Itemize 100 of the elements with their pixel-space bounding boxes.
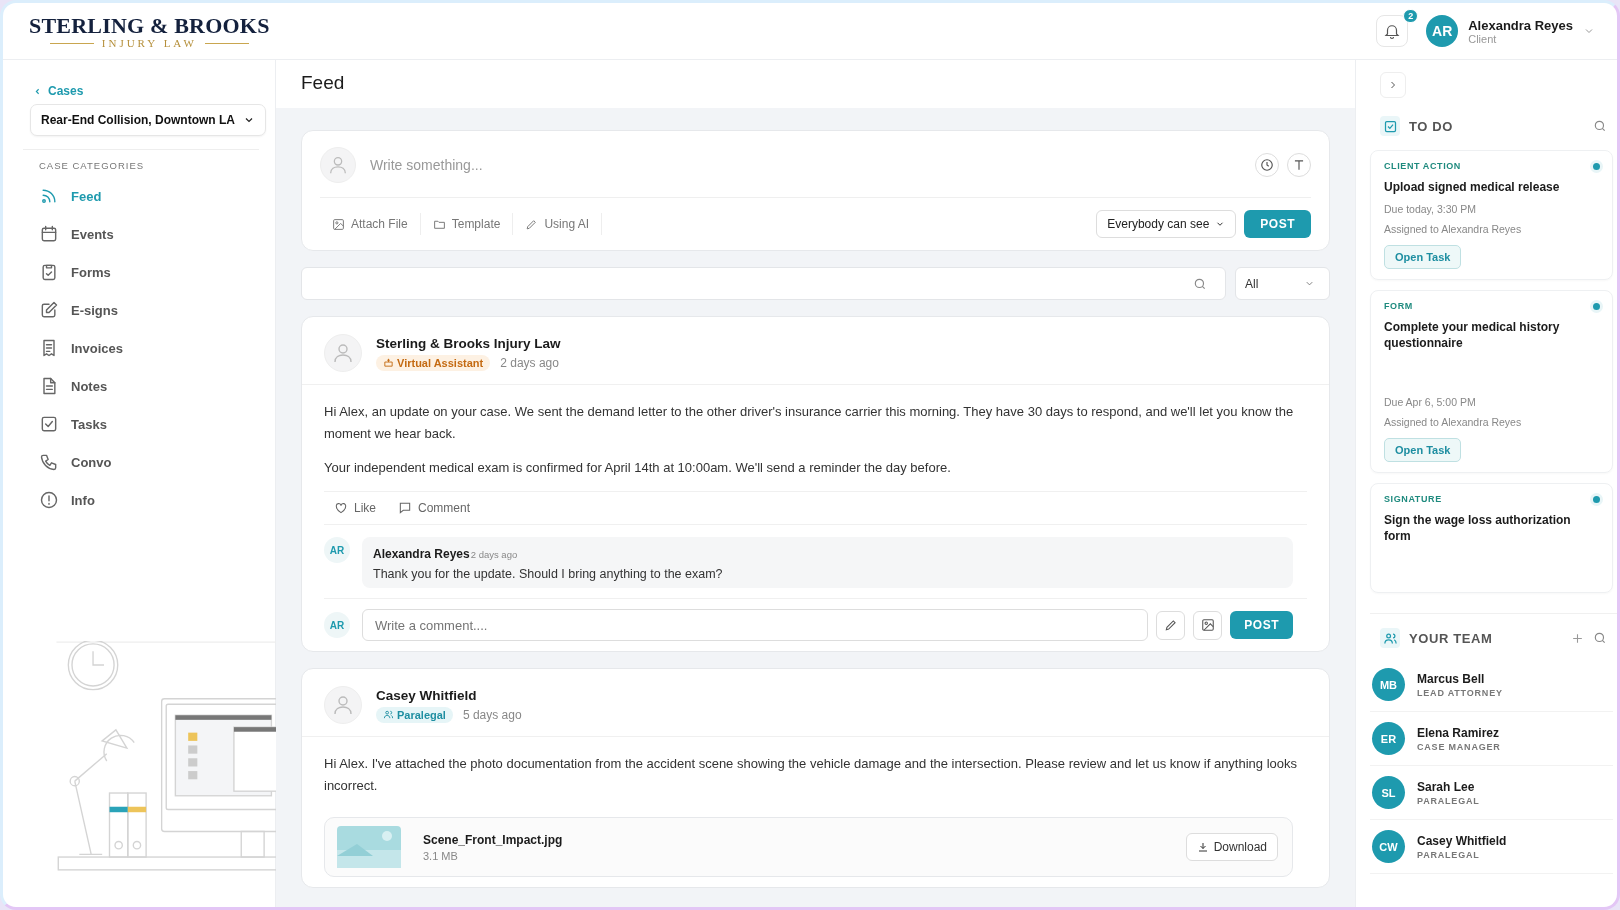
post-text: Hi Alex, an update on your case. We sent the demand letter to the other driver's insurance carrier this morning. They have 30 days to respond, and we'll let you know the moment we hear back.	[324, 403, 1295, 443]
member-avatar: ER	[1372, 722, 1405, 755]
nav-item[interactable]: Convo	[33, 443, 255, 481]
chevron-left-icon	[33, 86, 42, 96]
search-icon	[1193, 276, 1207, 291]
page-title: Feed	[301, 72, 346, 94]
search-icon[interactable]	[1593, 119, 1607, 133]
avatar-icon	[320, 147, 356, 183]
people-icon	[1380, 628, 1400, 648]
edit-icon	[39, 300, 59, 320]
phone-icon	[39, 452, 59, 472]
member-name: Marcus Bell	[1417, 671, 1486, 686]
task-assignee: Assigned to Alexandra Reyes	[1384, 223, 1523, 235]
add-icon[interactable]	[1571, 631, 1584, 645]
post-author: Casey Whitfield	[376, 687, 478, 703]
user-avatar: AR	[1426, 15, 1459, 47]
clock-icon	[1260, 158, 1274, 172]
post-text: Your independent medical exam is confirmed for April 14th at 10:00am. We'll send a reminder the day before.	[324, 459, 952, 477]
avatar-icon	[324, 686, 362, 724]
user-role: Client	[1468, 32, 1498, 45]
nav-item[interactable]: Invoices	[33, 329, 255, 367]
post-time: 2 days ago	[500, 355, 559, 370]
notification-count: 2	[1403, 9, 1419, 23]
visibility-dropdown[interactable]: Everybody can see	[1096, 210, 1237, 238]
nav-item[interactable]: E-signs	[33, 291, 255, 329]
open-task-button[interactable]: Open Task	[1384, 438, 1462, 462]
role-badge: Virtual Assistant	[376, 354, 491, 371]
search-icon[interactable]	[1593, 631, 1607, 645]
nav-item[interactable]: Info	[33, 481, 255, 519]
post-time: 5 days ago	[462, 707, 522, 722]
composer-action[interactable]: Template	[420, 213, 514, 235]
member-avatar: CW	[1372, 830, 1405, 863]
like-button[interactable]: Like	[334, 501, 376, 515]
filter-dropdown[interactable]: All	[1235, 267, 1330, 300]
user-avatar: AR	[324, 612, 350, 638]
comment-input[interactable]: Write a comment....	[362, 609, 1149, 641]
bell-icon	[1383, 22, 1402, 40]
file-size: 3.1 MB	[423, 849, 459, 862]
comment-icon	[398, 501, 412, 515]
nav-item[interactable]: Forms	[33, 253, 255, 291]
pencil-icon	[525, 217, 539, 231]
nav-item[interactable]: Events	[33, 215, 255, 253]
nav-item[interactable]: Tasks	[33, 405, 255, 443]
clipboard-icon	[39, 262, 59, 282]
pencil-icon	[1163, 618, 1178, 632]
user-name: Alexandra Reyes	[1468, 17, 1573, 33]
member-role: LEAD ATTORNEY	[1417, 687, 1503, 698]
info-icon	[39, 490, 59, 510]
member-name: Elena Ramirez	[1417, 725, 1501, 740]
commenter-avatar: AR	[324, 537, 350, 563]
composer-action[interactable]: Using AI	[513, 213, 603, 235]
image-icon	[1200, 618, 1215, 632]
task-title: Sign the wage loss authorization form	[1384, 512, 1572, 544]
panel-title: TO DO	[1409, 118, 1453, 134]
task-due: Due Apr 6, 5:00 PM	[1384, 396, 1477, 408]
search-field[interactable]	[301, 267, 1226, 300]
schedule-button[interactable]	[1255, 153, 1279, 177]
task-assignee: Assigned to Alexandra Reyes	[1384, 416, 1523, 428]
nav-item[interactable]: Notes	[33, 367, 255, 405]
image-button[interactable]	[1193, 610, 1223, 640]
checkbox-icon	[39, 414, 59, 434]
download-button[interactable]: Download	[1185, 833, 1278, 861]
panel-title: YOUR TEAM	[1409, 630, 1493, 646]
task-category: SIGNATURE	[1384, 494, 1442, 504]
checkbox-icon	[1380, 116, 1400, 136]
file-name: Scene_Front_Impact.jpg	[423, 832, 564, 847]
member-role: PARALEGAL	[1417, 849, 1481, 860]
post-author: Sterling & Brooks Injury Law	[376, 335, 561, 351]
heart-icon	[334, 501, 348, 515]
member-avatar: MB	[1372, 668, 1405, 701]
member-avatar: SL	[1372, 776, 1405, 809]
comment-text: Thank you for the update. Should I bring anything to the exam?	[373, 567, 724, 581]
logo[interactable]: STERLING & BROOKS INJURY LAW	[29, 13, 270, 49]
member-name: Sarah Lee	[1417, 779, 1476, 794]
task-title: Upload signed medical release	[1384, 179, 1561, 195]
case-dropdown[interactable]: Rear-End Collision, Downtown LA	[30, 104, 266, 136]
text-icon	[1292, 158, 1306, 172]
section-heading: CASE CATEGORIES	[38, 160, 146, 171]
task-title: Complete your medical history questionnaire	[1384, 319, 1561, 351]
edit-button[interactable]	[1156, 610, 1186, 640]
task-due: Due today, 3:30 PM	[1384, 203, 1478, 215]
text-format-button[interactable]	[1287, 153, 1311, 177]
open-task-button[interactable]: Open Task	[1384, 245, 1462, 269]
task-category: CLIENT ACTION	[1384, 161, 1461, 171]
comment-time: 2 days ago	[470, 549, 518, 560]
member-role: CASE MANAGER	[1417, 741, 1501, 752]
member-name: Casey Whitfield	[1417, 833, 1507, 848]
role-badge: Paralegal	[376, 706, 453, 723]
image-icon	[332, 217, 345, 231]
composer-action[interactable]: Attach File	[320, 213, 421, 235]
comment-author: Alexandra Reyes	[373, 547, 470, 561]
notifications-button[interactable]	[1376, 15, 1409, 47]
member-role: PARALEGAL	[1417, 795, 1480, 806]
task-category: FORM	[1384, 301, 1413, 311]
post-text: Hi Alex. I've attached the photo documentation from the accident scene showing the vehicle damage and the intersection. Please review and let us know if anything looks incorrect.	[324, 755, 1298, 795]
avatar-icon	[324, 334, 362, 372]
comment-button[interactable]: Comment	[398, 501, 471, 515]
logo-title: STERLING & BROOKS	[29, 13, 270, 39]
logo-subtitle: INJURY LAW	[101, 37, 197, 49]
calendar-icon	[39, 224, 59, 244]
